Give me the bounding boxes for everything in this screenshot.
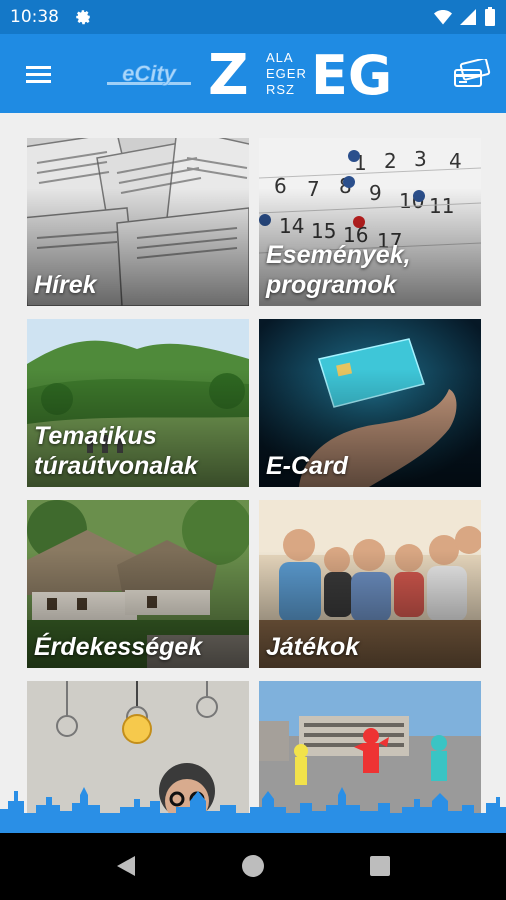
tile-news[interactable]: Hírek [27,138,249,306]
system-nav-bar [0,833,506,900]
battery-icon [485,7,495,26]
zeg-logo-line-2: EGER [266,66,307,81]
tile-ecard[interactable]: E-Card [259,319,481,487]
tile-hiking-routes[interactable]: Tematikus túraútvonalak [27,319,249,487]
tile-events[interactable]: 1 2 3 4 6 7 8 9 10 11 14 15 16 17 [259,138,481,306]
tile-hiking-routes-label: Tematikus túraútvonalak [34,422,198,480]
ecity-logo: eCity [107,61,191,86]
back-icon[interactable] [113,853,139,879]
zeg-logo-line-3: RSZ [266,82,295,97]
tile-games-label: Játékok [266,633,360,661]
zeg-logo-z: Z [208,47,249,101]
tile-news-label: Hírek [34,271,97,299]
ecity-logo-text: eCity [122,61,178,86]
zeg-logo: Z ALA EGER RSZ EG [208,47,392,101]
app-bar: eCity Z ALA EGER RSZ EG [0,34,506,113]
tile-curiosities-label: Érdekességek [34,633,203,661]
tile-games[interactable]: Játékok [259,500,481,668]
city-skyline-decoration [0,787,506,833]
home-icon[interactable] [240,853,266,879]
credit-cards-icon[interactable] [453,59,491,89]
tile-events-label: Események, programok [266,241,411,299]
status-bar: 10:38 [0,0,506,34]
wifi-icon [434,10,452,25]
zeg-logo-line-1: ALA [266,50,294,65]
tile-ecard-label: E-Card [266,452,348,480]
hamburger-menu-icon[interactable] [22,60,56,88]
calendar-number: 3 [414,147,427,171]
status-time: 10:38 [10,7,59,27]
calendar-number: 2 [384,149,397,173]
content-grid: Hírek 1 2 3 4 6 7 8 9 10 11 14 15 16 17 [0,113,506,833]
zeg-logo-eg: EG [311,47,392,101]
gear-icon [76,10,90,25]
tile-curiosities[interactable]: Érdekességek [27,500,249,668]
recents-icon[interactable] [367,853,393,879]
signal-icon [460,9,476,25]
